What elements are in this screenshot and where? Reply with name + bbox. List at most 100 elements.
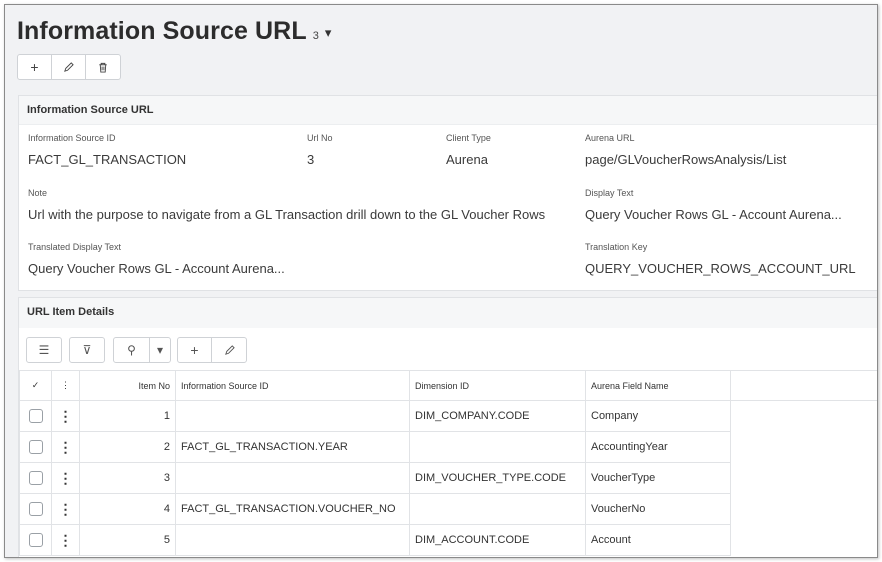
field-value[interactable]: Aurena bbox=[446, 152, 491, 167]
field-value[interactable]: FACT_GL_TRANSACTION bbox=[28, 152, 186, 167]
cell-info-source-id bbox=[175, 524, 410, 556]
col-aurena-field-name[interactable]: Aurena Field Name bbox=[585, 370, 731, 401]
navigate-button[interactable]: ⚲ bbox=[114, 338, 150, 362]
edit-button[interactable] bbox=[52, 55, 86, 79]
cell-aurena-field-name: Account bbox=[585, 524, 731, 556]
col-info-source-id[interactable]: Information Source ID bbox=[175, 370, 410, 401]
field-value[interactable]: Query Voucher Rows GL - Account Aurena..… bbox=[585, 207, 842, 222]
cell-item-no: 3 bbox=[79, 462, 176, 494]
record-count: 3 bbox=[312, 30, 319, 42]
row-menu-icon[interactable]: ⋮ bbox=[59, 408, 73, 424]
link-icon: ⚲ bbox=[127, 343, 136, 357]
row-edit-toolbar: + bbox=[177, 337, 247, 363]
row-checkbox[interactable] bbox=[28, 440, 43, 454]
edit-row-button[interactable] bbox=[212, 338, 246, 362]
field-label: Note bbox=[28, 188, 48, 198]
add-row-button[interactable]: + bbox=[178, 338, 212, 362]
cell-filler bbox=[731, 432, 878, 463]
info-source-form: Information Source URL Information Sourc… bbox=[18, 95, 877, 291]
trash-icon bbox=[99, 62, 107, 73]
cell-info-source-id: FACT_GL_TRANSACTION.YEAR bbox=[175, 431, 410, 463]
table-row[interactable]: ⋮ 1 DIM_COMPANY.CODE Company bbox=[19, 400, 878, 432]
page-header: Information Source URL 3 ▾ bbox=[17, 17, 331, 46]
url-items-table: ✓ ⋮ Item No Information Source ID Dimens… bbox=[19, 370, 878, 556]
table-row[interactable]: ⋮ 2 FACT_GL_TRANSACTION.YEAR AccountingY… bbox=[19, 431, 878, 463]
row-menu-icon[interactable]: ⋮ bbox=[59, 532, 73, 548]
list-icon: ☰ bbox=[38, 343, 50, 357]
row-checkbox[interactable] bbox=[28, 409, 43, 423]
row-checkbox[interactable] bbox=[28, 533, 43, 547]
field-display-text: Display Text Query Voucher Rows GL - Acc… bbox=[585, 188, 842, 222]
field-label: Display Text bbox=[585, 188, 634, 198]
cell-filler bbox=[731, 463, 878, 494]
cell-dimension-id: DIM_VOUCHER_TYPE.CODE bbox=[409, 462, 586, 494]
field-value[interactable]: QUERY_VOUCHER_ROWS_ACCOUNT_URL bbox=[585, 261, 856, 276]
table-row[interactable]: ⋮ 4 FACT_GL_TRANSACTION.VOUCHER_NO Vouch… bbox=[19, 493, 878, 525]
chevron-down-icon[interactable]: ▾ bbox=[325, 25, 332, 41]
row-menu-icon[interactable]: ⋮ bbox=[59, 439, 73, 455]
field-note: Note Url with the purpose to navigate fr… bbox=[28, 188, 545, 222]
filter-icon: ⊽ bbox=[82, 343, 92, 357]
field-url-no: Url No 3 bbox=[307, 133, 333, 167]
cell-dimension-id bbox=[409, 493, 586, 525]
table-row[interactable]: ⋮ 5 DIM_ACCOUNT.CODE Account bbox=[19, 524, 878, 556]
add-button[interactable]: + bbox=[18, 55, 52, 79]
filter-toolbar: ⊽ bbox=[69, 337, 105, 363]
col-item-no[interactable]: Item No bbox=[79, 370, 176, 401]
cell-info-source-id bbox=[175, 400, 410, 432]
plus-icon: + bbox=[30, 59, 39, 75]
delete-button[interactable] bbox=[86, 55, 120, 79]
cell-info-source-id bbox=[175, 462, 410, 494]
field-client-type: Client Type Aurena bbox=[446, 133, 491, 167]
cell-aurena-field-name: VoucherNo bbox=[585, 493, 731, 525]
pencil-icon bbox=[224, 344, 235, 355]
field-info-source-id: Information Source ID FACT_GL_TRANSACTIO… bbox=[28, 133, 186, 167]
caret-down-icon: ▾ bbox=[156, 343, 164, 357]
field-label: Translation Key bbox=[585, 242, 648, 252]
url-item-details: URL Item Details ☰ ⊽ ⚲ ▾ + ✓ ⋮ Item No I… bbox=[18, 297, 878, 557]
field-translation-key: Translation Key QUERY_VOUCHER_ROWS_ACCOU… bbox=[585, 242, 856, 276]
cell-aurena-field-name: AccountingYear bbox=[585, 431, 731, 463]
row-checkbox[interactable] bbox=[28, 471, 43, 485]
cell-aurena-field-name: Company bbox=[585, 400, 731, 432]
cell-item-no: 2 bbox=[79, 431, 176, 463]
cell-item-no: 1 bbox=[79, 400, 176, 432]
cell-dimension-id: DIM_ACCOUNT.CODE bbox=[409, 524, 586, 556]
field-value[interactable]: Query Voucher Rows GL - Account Aurena..… bbox=[28, 261, 285, 276]
row-menu-icon[interactable]: ⋮ bbox=[59, 501, 73, 517]
cell-info-source-id: FACT_GL_TRANSACTION.VOUCHER_NO bbox=[175, 493, 410, 525]
page-title: Information Source URL bbox=[17, 17, 307, 45]
filter-button[interactable]: ⊽ bbox=[70, 338, 104, 362]
cell-item-no: 5 bbox=[79, 524, 176, 556]
select-all-column[interactable]: ✓ bbox=[19, 370, 52, 401]
field-aurena-url: Aurena URL page/GLVoucherRowsAnalysis/Li… bbox=[585, 133, 786, 167]
navigate-toolbar: ⚲ ▾ bbox=[113, 337, 171, 363]
navigate-dropdown-button[interactable]: ▾ bbox=[150, 338, 170, 362]
details-section-title: URL Item Details bbox=[19, 298, 877, 328]
cell-dimension-id bbox=[409, 431, 586, 463]
field-label: Aurena URL bbox=[585, 133, 635, 143]
cell-filler bbox=[731, 401, 878, 432]
pencil-icon bbox=[64, 61, 74, 72]
page-frame: Information Source URL 3 ▾ + Information… bbox=[4, 4, 878, 558]
column-menu-header[interactable]: ⋮ bbox=[51, 370, 80, 401]
field-label: Url No bbox=[307, 133, 333, 143]
field-translated-display-text: Translated Display Text Query Voucher Ro… bbox=[28, 242, 285, 276]
field-value[interactable]: Url with the purpose to navigate from a … bbox=[28, 207, 545, 222]
cell-dimension-id: DIM_COMPANY.CODE bbox=[409, 400, 586, 432]
row-checkbox[interactable] bbox=[28, 502, 43, 516]
table-row[interactable]: ⋮ 3 DIM_VOUCHER_TYPE.CODE VoucherType bbox=[19, 462, 878, 494]
field-value[interactable]: page/GLVoucherRowsAnalysis/List bbox=[585, 152, 786, 167]
row-menu-icon[interactable]: ⋮ bbox=[59, 470, 73, 486]
field-label: Client Type bbox=[446, 133, 491, 143]
form-section-title: Information Source URL bbox=[19, 96, 877, 125]
cell-item-no: 4 bbox=[79, 493, 176, 525]
list-view-toolbar: ☰ bbox=[26, 337, 62, 363]
list-view-button[interactable]: ☰ bbox=[27, 338, 61, 362]
table-header-row: ✓ ⋮ Item No Information Source ID Dimens… bbox=[19, 370, 877, 401]
col-dimension-id[interactable]: Dimension ID bbox=[409, 370, 586, 401]
field-value[interactable]: 3 bbox=[307, 152, 333, 167]
col-filler bbox=[730, 370, 877, 401]
record-toolbar: + bbox=[17, 54, 121, 80]
field-label: Translated Display Text bbox=[28, 242, 122, 252]
